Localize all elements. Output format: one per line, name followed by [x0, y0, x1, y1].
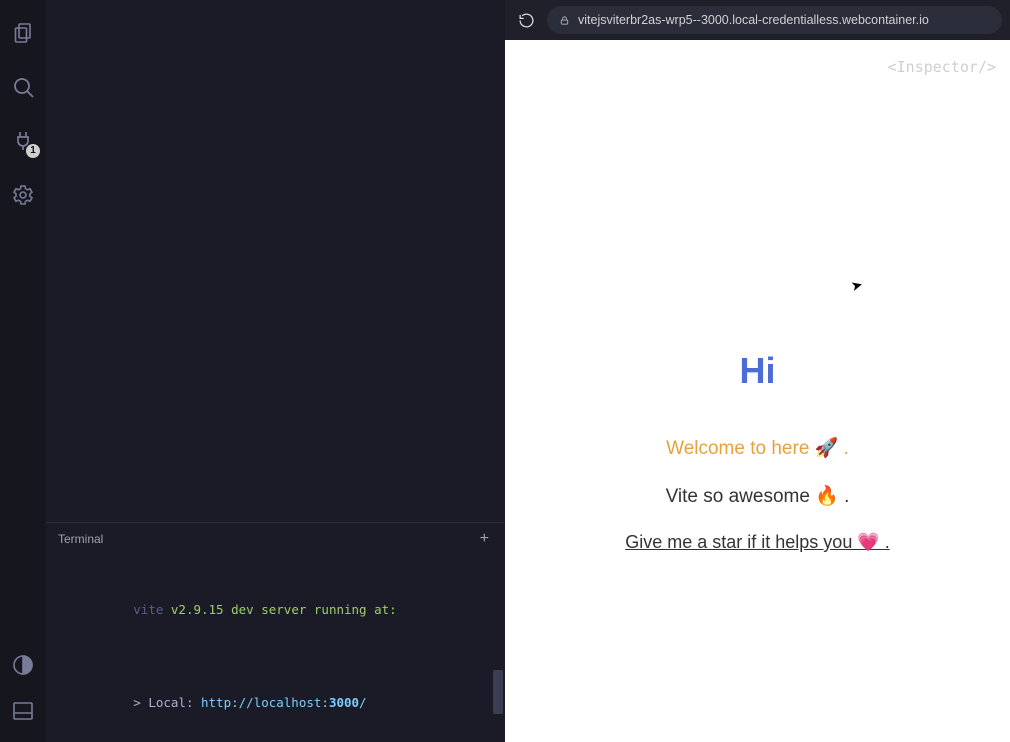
- terminal-header: Terminal +: [46, 523, 505, 555]
- preview-content: Hi Welcome to here 🚀 . Vite so awesome 🔥…: [625, 350, 890, 553]
- term-text: > Local:: [133, 695, 201, 710]
- files-icon: [11, 21, 35, 45]
- preview-pane: vitejsviterbr2as-wrp5--3000.local-creden…: [505, 0, 1010, 742]
- settings-button[interactable]: [0, 172, 46, 218]
- editor-area[interactable]: [46, 0, 505, 522]
- term-version: v2.9.15: [171, 602, 224, 617]
- url-text: vitejsviterbr2as-wrp5--3000.local-creden…: [578, 13, 929, 27]
- panel-icon: [11, 699, 35, 723]
- contrast-icon: [11, 653, 35, 677]
- editor-pane: Terminal + vite v2.9.15 dev server runni…: [46, 0, 505, 742]
- activity-bottom-group: [0, 642, 46, 734]
- mouse-cursor: ➤: [849, 276, 865, 295]
- gear-icon: [11, 183, 35, 207]
- refresh-button[interactable]: [513, 7, 539, 33]
- terminal-output[interactable]: vite v2.9.15 dev server running at: > Lo…: [46, 555, 505, 742]
- term-text: dev server running at:: [224, 602, 397, 617]
- page-title: Hi: [625, 350, 890, 392]
- search-button[interactable]: [0, 64, 46, 110]
- address-bar[interactable]: vitejsviterbr2as-wrp5--3000.local-creden…: [547, 6, 1002, 34]
- activity-top-group: 1: [0, 10, 46, 218]
- star-link[interactable]: Give me a star if it helps you 💗 .: [625, 532, 890, 553]
- term-text: vite: [133, 602, 171, 617]
- theme-button[interactable]: [0, 642, 46, 688]
- preview-body[interactable]: <Inspector/> ➤ Hi Welcome to here 🚀 . Vi…: [505, 40, 1010, 742]
- browser-toolbar: vitejsviterbr2as-wrp5--3000.local-creden…: [505, 0, 1010, 40]
- explorer-button[interactable]: [0, 10, 46, 56]
- inspector-tag[interactable]: <Inspector/>: [888, 58, 996, 76]
- refresh-icon: [518, 12, 535, 29]
- debug-button[interactable]: 1: [0, 118, 46, 164]
- activity-bar: 1: [0, 0, 46, 742]
- page-line: Vite so awesome 🔥 .: [625, 484, 890, 508]
- layout-button[interactable]: [0, 688, 46, 734]
- terminal-scrollbar[interactable]: [493, 670, 503, 714]
- search-icon: [11, 75, 35, 99]
- terminal-panel: Terminal + vite v2.9.15 dev server runni…: [46, 522, 505, 742]
- term-local-port: 3000: [329, 695, 359, 710]
- debug-badge: 1: [26, 144, 40, 158]
- page-subtitle: Welcome to here 🚀 .: [625, 436, 890, 460]
- term-text: /: [359, 695, 367, 710]
- lock-icon: [559, 15, 570, 26]
- new-terminal-button[interactable]: +: [476, 526, 493, 552]
- terminal-tab-label[interactable]: Terminal: [58, 532, 103, 546]
- term-local-url: http://localhost:: [201, 695, 329, 710]
